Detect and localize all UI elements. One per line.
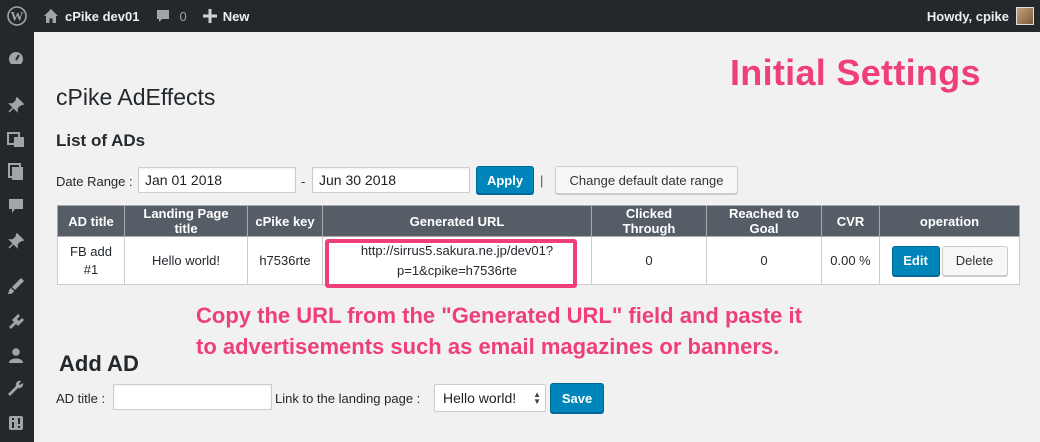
- admin-sidebar: [0, 32, 34, 442]
- cvr-cell: 0.00 %: [821, 236, 880, 285]
- page-title: cPike AdEffects: [56, 84, 216, 110]
- annotation-title: Initial Settings: [730, 52, 981, 93]
- media-icon[interactable]: [6, 129, 26, 149]
- landing-page-select[interactable]: Hello world! ▲ ▼: [434, 384, 546, 412]
- plus-icon: [202, 9, 217, 23]
- column-header-reached-goal[interactable]: Reached to Goal: [706, 205, 822, 237]
- appearance-icon[interactable]: [6, 276, 26, 296]
- ad-title-line: FB add: [70, 243, 112, 259]
- site-name-label: cPike dev01: [65, 8, 140, 24]
- button-divider: |: [540, 173, 544, 188]
- comments-count: 0: [179, 8, 187, 24]
- generated-url-line: http://sirrus5.sakura.ne.jp/dev01?: [360, 242, 554, 258]
- cpike-key-cell: h7536rte: [247, 236, 323, 285]
- site-name-link[interactable]: cPike dev01: [34, 0, 147, 32]
- comments-link[interactable]: 0: [147, 0, 194, 32]
- change-default-date-range-button[interactable]: Change default date range: [555, 166, 738, 194]
- operation-buttons: Edit Delete: [888, 245, 1011, 276]
- generated-url-cell[interactable]: http://sirrus5.sakura.ne.jp/dev01? p=1&c…: [322, 236, 592, 288]
- greeting-text: Howdy, cpike: [926, 8, 1009, 24]
- users-icon[interactable]: [6, 345, 26, 365]
- pin-icon[interactable]: [6, 95, 26, 115]
- clicked-through-cell: 0: [591, 236, 707, 285]
- reached-goal-cell: 0: [706, 236, 822, 285]
- pin-icon[interactable]: [6, 231, 26, 251]
- select-arrows-icon: ▲ ▼: [533, 390, 541, 406]
- plugins-icon[interactable]: [6, 311, 26, 331]
- wordpress-icon: W: [7, 6, 27, 26]
- apply-button[interactable]: Apply: [476, 166, 534, 194]
- comment-icon: [157, 10, 170, 22]
- column-header-generated-url[interactable]: Generated URL: [322, 205, 592, 237]
- operation-cell: Edit Delete: [879, 236, 1020, 285]
- main-content: Initial Settings cPike AdEffects List of…: [34, 32, 1040, 442]
- date-end-input[interactable]: Jun 30 2018: [312, 167, 470, 193]
- column-header-cpike-key[interactable]: cPike key: [247, 205, 323, 237]
- landing-page-cell: Hello world!: [124, 236, 248, 285]
- column-header-cvr[interactable]: CVR: [821, 205, 880, 237]
- delete-button[interactable]: Delete: [941, 245, 1008, 276]
- tools-icon[interactable]: [6, 379, 26, 399]
- table-row: FB add #1 Hello world! h7536rte http://s…: [57, 236, 1020, 288]
- ad-title-line: #1: [83, 261, 99, 277]
- column-header-ad-title[interactable]: AD title: [57, 205, 125, 237]
- date-separator: -: [301, 174, 306, 189]
- table-header-row: AD title Landing Page title cPike key Ge…: [57, 205, 1020, 237]
- date-start-input[interactable]: Jan 01 2018: [138, 167, 296, 193]
- annotation-line: to advertisements such as email magazine…: [196, 334, 780, 359]
- svg-text:W: W: [11, 9, 24, 24]
- new-content-link[interactable]: New: [195, 0, 258, 32]
- settings-icon[interactable]: [6, 413, 26, 433]
- pages-icon[interactable]: [6, 162, 26, 182]
- comments-icon[interactable]: [6, 196, 26, 216]
- column-header-operation: operation: [879, 205, 1020, 237]
- generated-url-line: p=1&cpike=h7536rte: [397, 262, 517, 278]
- ad-title-label: AD title :: [56, 391, 106, 406]
- column-header-clicked-through[interactable]: Clicked Through: [591, 205, 707, 237]
- column-header-landing-page[interactable]: Landing Page title: [124, 205, 248, 237]
- wordpress-logo-button[interactable]: W: [0, 0, 34, 32]
- dashboard-icon[interactable]: [6, 49, 26, 69]
- annotation-instructions: Copy the URL from the "Generated URL" fi…: [196, 300, 802, 362]
- landing-page-selected: Hello world!: [443, 390, 517, 406]
- list-heading: List of ADs: [56, 131, 146, 150]
- admin-bar: W cPike dev01 0 New Howdy, cpike: [0, 0, 1040, 32]
- ad-title-input[interactable]: [113, 384, 272, 410]
- home-icon: [44, 9, 58, 23]
- avatar: [1016, 7, 1034, 25]
- ad-title-cell: FB add #1: [57, 236, 125, 285]
- new-label: New: [222, 8, 250, 24]
- account-menu[interactable]: Howdy, cpike: [927, 0, 1034, 32]
- annotation-line: Copy the URL from the "Generated URL" fi…: [196, 303, 802, 328]
- date-range-label: Date Range :: [56, 174, 133, 189]
- save-button[interactable]: Save: [550, 383, 604, 413]
- landing-page-label: Link to the landing page :: [275, 391, 421, 406]
- ads-table: AD title Landing Page title cPike key Ge…: [57, 205, 1020, 288]
- add-ad-heading: Add AD: [59, 351, 139, 376]
- edit-button[interactable]: Edit: [891, 245, 940, 276]
